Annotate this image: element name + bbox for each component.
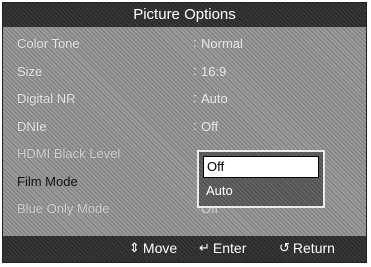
- menu-item-size[interactable]: Size : 16:9: [15, 58, 345, 86]
- enter-icon: ↵: [199, 240, 210, 255]
- menu-item-label: DNIe: [17, 118, 47, 134]
- footer-help-bar: ⇕ Move ↵ Enter ↺ Return: [3, 236, 366, 262]
- up-down-icon: ⇕: [129, 240, 140, 255]
- menu-item-value: Auto: [201, 91, 228, 106]
- enter-hint: ↵ Enter: [199, 240, 246, 256]
- menu-title: Picture Options: [3, 3, 366, 27]
- menu-item-value: 16:9: [201, 63, 227, 79]
- menu-item-label: Size: [17, 63, 43, 79]
- film-mode-dropdown[interactable]: Off Auto: [197, 150, 325, 208]
- menu-item-label: Blue Only Mode: [17, 201, 110, 216]
- separator: :: [193, 62, 197, 78]
- move-hint: ⇕ Move: [129, 240, 177, 256]
- menu-item-dnie[interactable]: DNIe : Off: [15, 113, 345, 141]
- menu-item-label: HDMI Black Level: [17, 146, 121, 161]
- dropdown-option-off[interactable]: Off: [203, 156, 319, 178]
- menu-item-color-tone[interactable]: Color Tone : Normal: [15, 30, 345, 58]
- return-hint: ↺ Return: [279, 240, 335, 256]
- menu-item-digital-nr[interactable]: Digital NR : Auto: [15, 85, 345, 113]
- enter-label: Enter: [212, 240, 247, 256]
- return-label: Return: [292, 240, 335, 256]
- menu-item-label: Digital NR: [17, 91, 76, 106]
- separator: :: [193, 117, 197, 133]
- move-label: Move: [142, 240, 178, 256]
- separator: :: [193, 90, 197, 105]
- menu-item-label: Color Tone: [17, 36, 80, 51]
- dropdown-option-auto[interactable]: Auto: [203, 180, 319, 202]
- separator: :: [193, 35, 197, 50]
- return-icon: ↺: [279, 240, 290, 255]
- menu-item-label: Film Mode: [17, 173, 78, 189]
- menu-item-value: Off: [201, 118, 219, 134]
- picture-options-screen: Picture Options Color Tone : Normal Size…: [2, 2, 367, 263]
- menu-item-value: Normal: [201, 36, 243, 51]
